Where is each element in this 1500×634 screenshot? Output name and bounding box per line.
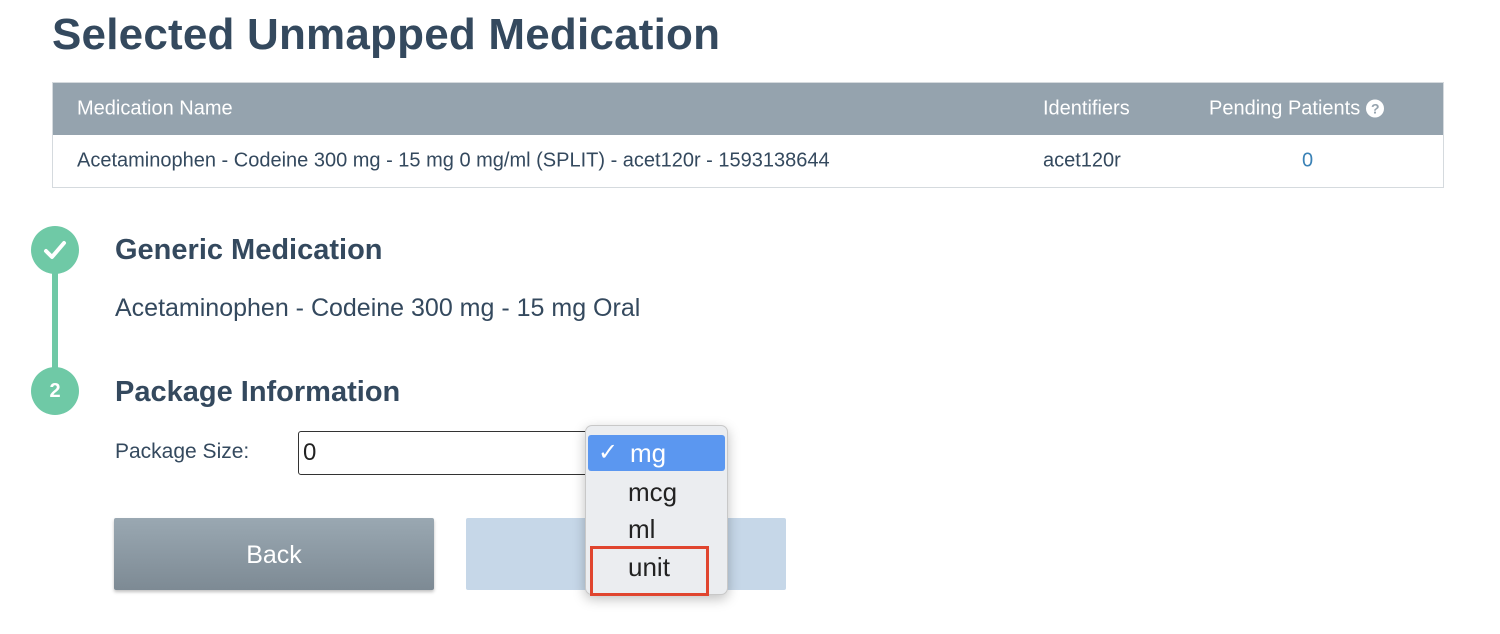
back-button[interactable]: Back: [114, 518, 434, 590]
question-circle-icon[interactable]: ?: [1366, 99, 1385, 118]
cell-pending-patients-link[interactable]: 0: [1302, 150, 1313, 173]
header-identifiers: Identifiers: [1043, 97, 1130, 120]
table-header: Medication Name Identifiers Pending Pati…: [53, 83, 1443, 135]
unit-option-label: ml: [628, 514, 656, 544]
unit-option-label: mg: [630, 438, 667, 468]
package-size-label: Package Size:: [115, 440, 250, 463]
step-number: 2: [49, 380, 61, 402]
cell-identifiers: acet120r: [1043, 149, 1121, 172]
header-medication-name: Medication Name: [77, 97, 233, 120]
page-title: Selected Unmapped Medication: [52, 10, 721, 59]
medication-table: Medication Name Identifiers Pending Pati…: [52, 82, 1444, 188]
checkmark-icon: [44, 241, 66, 259]
highlight-annotation-box: [590, 546, 709, 596]
table-row: Acetaminophen - Codeine 300 mg - 15 mg 0…: [53, 135, 1443, 187]
step-number-indicator: 2: [31, 367, 79, 415]
unit-option-mg[interactable]: ✓ mg: [588, 435, 725, 471]
unit-option-ml[interactable]: ml: [586, 511, 727, 547]
step-heading-generic-medication: Generic Medication: [115, 234, 383, 266]
unit-option-label: mcg: [628, 477, 678, 507]
unit-option-mcg[interactable]: mcg: [586, 474, 727, 510]
step-complete-indicator: [31, 226, 79, 274]
header-pending-label: Pending Patients: [1209, 97, 1361, 120]
header-pending-patients: Pending Patients?: [1209, 97, 1385, 121]
generic-medication-value: Acetaminophen - Codeine 300 mg - 15 mg O…: [115, 294, 641, 322]
cell-medication-name: Acetaminophen - Codeine 300 mg - 15 mg 0…: [77, 149, 830, 172]
checkmark-icon: ✓: [598, 439, 619, 466]
step-heading-package-information: Package Information: [115, 376, 401, 408]
package-size-input[interactable]: [298, 431, 594, 475]
stepper-connector: [52, 270, 58, 380]
